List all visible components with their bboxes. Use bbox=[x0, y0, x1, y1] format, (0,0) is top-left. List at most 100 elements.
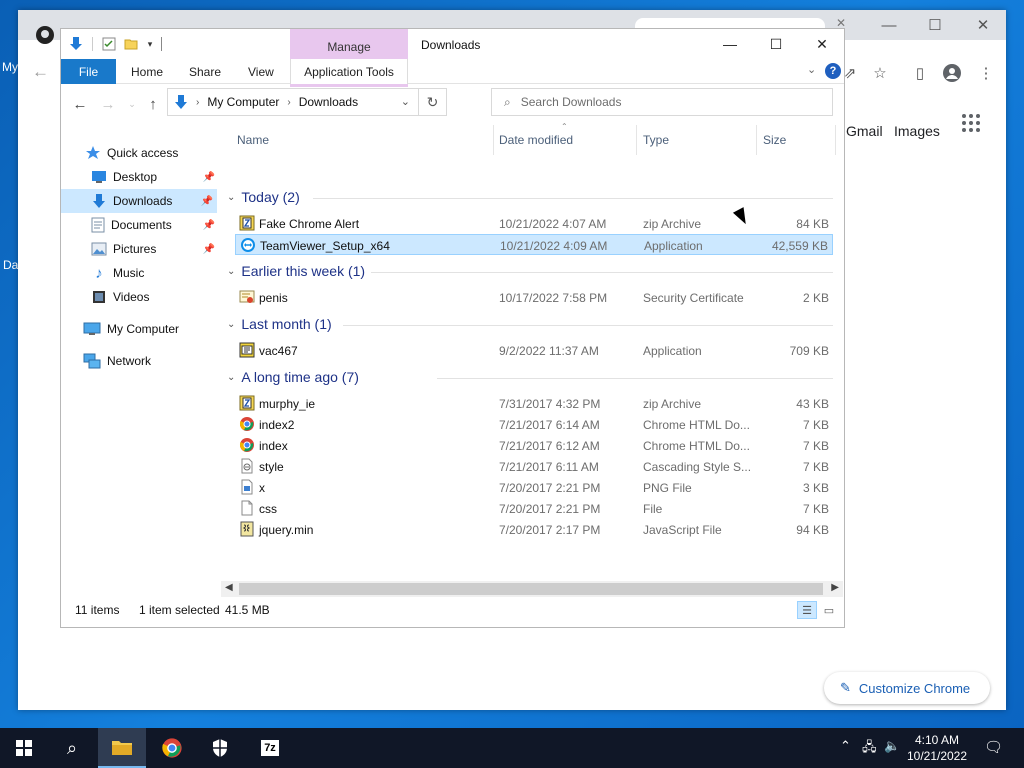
new-folder-icon[interactable] bbox=[123, 34, 139, 54]
group-divider bbox=[437, 378, 833, 379]
help-icon[interactable]: ? bbox=[825, 63, 841, 79]
column-header-name[interactable]: Name bbox=[237, 133, 269, 147]
file-row[interactable]: index 7/21/2017 6:12 AM Chrome HTML Do..… bbox=[235, 435, 833, 456]
search-input[interactable]: ⌕ Search Downloads bbox=[491, 88, 833, 116]
file-size: 7 KB bbox=[802, 460, 829, 474]
forward-arrow-icon[interactable]: → bbox=[97, 93, 119, 115]
recent-locations-icon[interactable]: ⌄ bbox=[121, 93, 143, 115]
file-row[interactable]: css 7/20/2017 2:21 PM File 7 KB bbox=[235, 498, 833, 519]
tab-file[interactable]: File bbox=[61, 59, 116, 84]
large-icons-view-icon[interactable]: ▭ bbox=[819, 601, 839, 619]
file-row[interactable]: vac467 9/2/2022 11:37 AM Application 709… bbox=[235, 340, 833, 361]
breadcrumb-my-computer[interactable]: My Computer bbox=[207, 95, 279, 109]
sidebar-item-documents[interactable]: Documents 📌 bbox=[91, 213, 219, 237]
column-header-date-modified[interactable]: Date modified bbox=[499, 133, 573, 147]
chrome-back-icon[interactable]: ← bbox=[32, 62, 49, 82]
sidebar-item-desktop[interactable]: Desktop 📌 bbox=[91, 165, 219, 189]
sidebar-item-label: Pictures bbox=[113, 242, 157, 256]
start-button[interactable] bbox=[0, 728, 48, 768]
column-header-size[interactable]: Size bbox=[763, 133, 786, 147]
scroll-left-icon[interactable]: ◀ bbox=[225, 582, 233, 593]
sidebar-item-quick-access[interactable]: Quick access bbox=[85, 141, 178, 165]
group-header-earlier-this-week[interactable]: ⌄ Earlier this week (1) bbox=[227, 263, 365, 279]
chrome-maximize-button[interactable]: ☐ bbox=[912, 10, 958, 40]
profile-avatar-icon[interactable] bbox=[940, 62, 964, 84]
scroll-right-icon[interactable]: ▶ bbox=[831, 582, 839, 593]
file-date: 7/20/2017 2:21 PM bbox=[499, 481, 601, 495]
up-arrow-icon[interactable]: ↑ bbox=[142, 93, 164, 115]
horizontal-scrollbar[interactable]: ◀ ▶ bbox=[221, 581, 843, 597]
column-divider[interactable] bbox=[835, 125, 836, 155]
address-bar[interactable]: › My Computer › Downloads ⌄ ↻ bbox=[167, 88, 447, 116]
address-dropdown-icon[interactable]: ⌄ bbox=[401, 95, 410, 108]
google-apps-icon[interactable] bbox=[962, 114, 980, 132]
file-row[interactable]: penis 10/17/2022 7:58 PM Security Certif… bbox=[235, 287, 833, 308]
group-header-today[interactable]: ⌄ Today (2) bbox=[227, 189, 300, 205]
sidebar-item-downloads[interactable]: Downloads 📌 bbox=[61, 189, 217, 213]
file-size: 7 KB bbox=[802, 502, 829, 516]
customize-chrome-button[interactable]: ✎ Customize Chrome bbox=[824, 672, 990, 704]
maximize-button[interactable]: ☐ bbox=[753, 29, 799, 59]
file-row-selected[interactable]: TeamViewer_Setup_x64 10/21/2022 4:09 AM … bbox=[235, 234, 833, 255]
sidebar-item-videos[interactable]: Videos bbox=[91, 285, 149, 309]
file-row[interactable]: jquery.min 7/20/2017 2:17 PM JavaScript … bbox=[235, 519, 833, 540]
chrome-menu-icon[interactable]: ⋮ bbox=[974, 62, 998, 84]
tab-application-tools[interactable]: Application Tools bbox=[290, 59, 408, 84]
sidebar-item-my-computer[interactable]: My Computer bbox=[83, 317, 179, 341]
back-arrow-icon[interactable]: ← bbox=[69, 93, 91, 115]
tab-share[interactable]: Share bbox=[177, 59, 233, 84]
network-status-icon[interactable]: 🖧 bbox=[862, 738, 877, 760]
chrome-close-button[interactable]: ✕ bbox=[960, 10, 1006, 40]
tab-home[interactable]: Home bbox=[119, 59, 175, 84]
taskbar-clock[interactable]: 4:10 AM 10/21/2022 bbox=[906, 732, 968, 764]
sidebar-item-network[interactable]: Network bbox=[83, 349, 151, 373]
github-icon[interactable] bbox=[36, 26, 54, 44]
column-divider[interactable] bbox=[756, 125, 757, 155]
scrollbar-thumb[interactable] bbox=[239, 583, 823, 595]
file-size: 3 KB bbox=[802, 481, 829, 495]
minimize-button[interactable]: — bbox=[707, 29, 753, 59]
chrome-taskbar-icon[interactable] bbox=[148, 728, 196, 768]
application-icon bbox=[239, 342, 255, 358]
gmail-link[interactable]: Gmail bbox=[846, 123, 883, 139]
close-button[interactable]: ✕ bbox=[799, 29, 845, 59]
side-panel-icon[interactable]: ▯ bbox=[908, 62, 932, 84]
refresh-icon[interactable]: ↻ bbox=[418, 89, 446, 115]
show-hidden-icons-icon[interactable]: ⌃ bbox=[840, 738, 851, 754]
column-header-type[interactable]: Type bbox=[643, 133, 669, 147]
customize-toolbar-icon[interactable]: ▾ bbox=[143, 34, 157, 54]
details-view-icon[interactable]: ☰ bbox=[797, 601, 817, 619]
file-row[interactable]: x 7/20/2017 2:21 PM PNG File 3 KB bbox=[235, 477, 833, 498]
file-row[interactable]: style 7/21/2017 6:11 AM Cascading Style … bbox=[235, 456, 833, 477]
file-name: vac467 bbox=[259, 344, 298, 358]
breadcrumb-downloads[interactable]: Downloads bbox=[299, 95, 358, 109]
chrome-minimize-button[interactable]: — bbox=[866, 10, 912, 40]
tab-view[interactable]: View bbox=[236, 59, 286, 84]
group-header-a-long-time-ago[interactable]: ⌄ A long time ago (7) bbox=[227, 369, 359, 385]
music-icon: ♪ bbox=[95, 264, 103, 282]
file-date: 7/21/2017 6:11 AM bbox=[499, 460, 599, 474]
sidebar-item-music[interactable]: ♪ Music bbox=[91, 261, 144, 285]
file-row[interactable]: murphy_ie 7/31/2017 4:32 PM zip Archive … bbox=[235, 393, 833, 414]
desktop-icon-label[interactable]: My bbox=[2, 60, 18, 74]
volume-icon[interactable]: 🔈 bbox=[884, 738, 900, 754]
sidebar-item-pictures[interactable]: Pictures 📌 bbox=[91, 237, 219, 261]
file-explorer-taskbar-icon[interactable] bbox=[98, 728, 146, 768]
sevenzip-taskbar-icon[interactable]: 7z bbox=[246, 728, 294, 768]
properties-icon[interactable] bbox=[101, 34, 117, 54]
desktop-icon-label[interactable]: Da bbox=[3, 258, 18, 272]
column-divider[interactable] bbox=[493, 125, 494, 155]
group-header-last-month[interactable]: ⌄ Last month (1) bbox=[227, 316, 332, 332]
file-name: jquery.min bbox=[259, 523, 314, 537]
expand-ribbon-icon[interactable]: ⌄ bbox=[807, 63, 816, 76]
search-taskbar-icon[interactable]: ⌕ bbox=[48, 728, 96, 768]
bookmark-star-icon[interactable]: ☆ bbox=[868, 62, 892, 84]
manage-tab[interactable]: Manage bbox=[290, 40, 408, 54]
zip-icon bbox=[239, 215, 255, 231]
column-divider[interactable] bbox=[636, 125, 637, 155]
file-row[interactable]: index2 7/21/2017 6:14 AM Chrome HTML Do.… bbox=[235, 414, 833, 435]
file-date: 7/20/2017 2:21 PM bbox=[499, 502, 601, 516]
security-shield-taskbar-icon[interactable] bbox=[196, 728, 244, 768]
images-link[interactable]: Images bbox=[894, 123, 940, 139]
notifications-icon[interactable]: 🗨 bbox=[984, 738, 1003, 756]
